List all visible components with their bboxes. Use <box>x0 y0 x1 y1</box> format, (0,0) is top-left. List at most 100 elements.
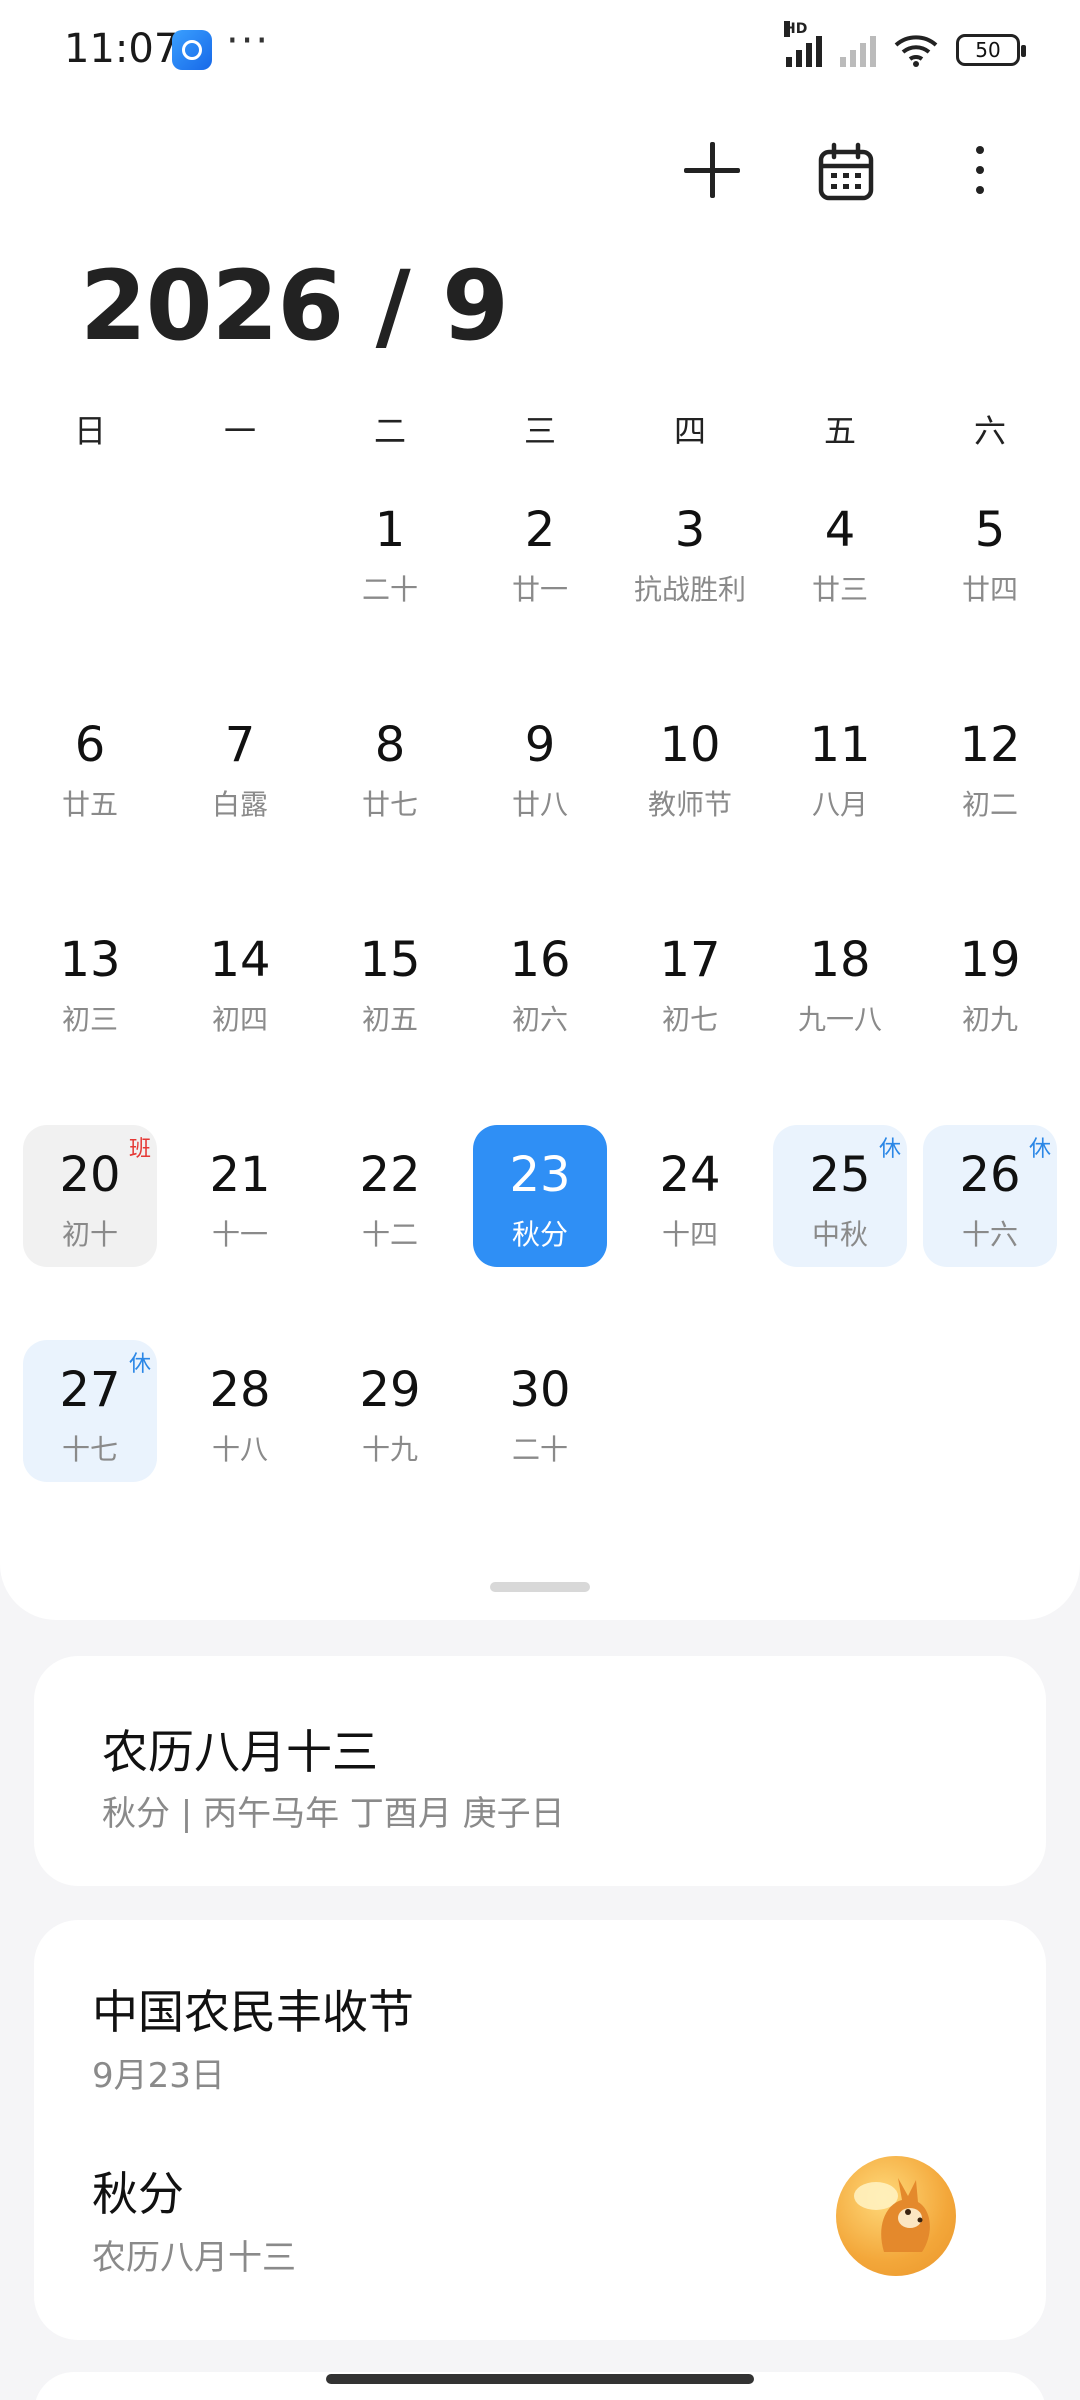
day-cell-28[interactable]: 28 十八 <box>165 1340 315 1555</box>
day-cell-empty <box>615 1340 765 1555</box>
day-cell-background: 24 十四 <box>623 1125 757 1267</box>
day-number: 19 <box>959 932 1021 988</box>
day-lunar-label: 中秋 <box>811 1218 868 1251</box>
day-number: 24 <box>659 1147 721 1203</box>
day-cell-background: 23 秋分 <box>473 1125 607 1267</box>
more-vertical-icon[interactable] <box>960 146 1000 206</box>
day-cell-empty <box>915 1340 1065 1555</box>
day-cell-4[interactable]: 4 廿三 <box>765 480 915 695</box>
day-number: 16 <box>509 932 571 988</box>
calendar-panel: 11:07 ··· HD 50 2026 / 9 日 一 二 三 四 五 六 1… <box>0 0 1080 1620</box>
day-cell-background: 27 十七休 <box>23 1340 157 1482</box>
day-cell-16[interactable]: 16 初六 <box>465 910 615 1125</box>
solar-term-title: 秋分 <box>92 2167 184 2221</box>
day-cell-19[interactable]: 19 初九 <box>915 910 1065 1125</box>
day-cell-23[interactable]: 23 秋分 <box>465 1125 615 1340</box>
workday-badge: 班 <box>128 1137 151 1162</box>
day-lunar-label: 二十 <box>511 1433 568 1466</box>
day-lunar-label: 十九 <box>361 1433 418 1466</box>
day-cell-background: 8 廿七 <box>323 695 457 837</box>
lunar-date-details: 秋分 | 丙午马年 丁酉月 庚子日 <box>102 1794 565 1834</box>
day-cell-18[interactable]: 18 九一八 <box>765 910 915 1125</box>
holiday-badge: 休 <box>878 1137 901 1162</box>
day-number: 4 <box>824 502 856 558</box>
day-lunar-label: 抗战胜利 <box>633 573 746 606</box>
day-cell-5[interactable]: 5 廿四 <box>915 480 1065 695</box>
signal-weak-icon <box>840 33 876 67</box>
browser-app-icon <box>172 30 212 70</box>
status-bar: 11:07 ··· HD 50 <box>0 0 1080 100</box>
day-cell-2[interactable]: 2 廿一 <box>465 480 615 695</box>
day-cell-11[interactable]: 11 八月 <box>765 695 915 910</box>
day-cell-22[interactable]: 22 十二 <box>315 1125 465 1340</box>
weekday-sun: 日 <box>73 412 106 450</box>
status-time: 11:07 <box>64 26 180 72</box>
hd-label: HD <box>784 21 808 37</box>
day-cell-background: 14 初四 <box>173 910 307 1052</box>
festival-title: 中国农民丰收节 <box>92 1985 414 2039</box>
day-cell-1[interactable]: 1 二十 <box>315 480 465 695</box>
week-row: 20 初十班 21 十一 22 十二 23 秋分 24 十四 25 中秋休 26 十六休 <box>15 1125 1065 1340</box>
day-cell-26[interactable]: 26 十六休 <box>915 1125 1065 1340</box>
day-lunar-label: 十八 <box>211 1433 268 1466</box>
day-cell-7[interactable]: 7 白露 <box>165 695 315 910</box>
status-indicators: HD 50 <box>784 21 1026 70</box>
day-cell-30[interactable]: 30 二十 <box>465 1340 615 1555</box>
day-lunar-label: 初四 <box>211 1003 268 1036</box>
day-cell-29[interactable]: 29 十九 <box>315 1340 465 1555</box>
day-lunar-label: 廿七 <box>361 788 418 821</box>
day-lunar-label: 廿五 <box>61 788 118 821</box>
home-indicator[interactable] <box>326 2374 754 2384</box>
day-lunar-label: 初五 <box>361 1003 418 1036</box>
battery-level: 50 <box>975 38 1001 62</box>
day-lunar-label: 十一 <box>211 1218 268 1251</box>
day-cell-background: 22 十二 <box>323 1125 457 1267</box>
day-cell-3[interactable]: 3 抗战胜利 <box>615 480 765 695</box>
month-title[interactable]: 2026 / 9 <box>80 250 509 362</box>
day-cell-20[interactable]: 20 初十班 <box>15 1125 165 1340</box>
day-cell-8[interactable]: 8 廿七 <box>315 695 465 910</box>
day-cell-background: 15 初五 <box>323 910 457 1052</box>
holiday-badge: 休 <box>1028 1137 1051 1162</box>
drag-handle[interactable] <box>490 1582 590 1592</box>
day-cell-21[interactable]: 21 十一 <box>165 1125 315 1340</box>
day-cell-background: 18 九一八 <box>773 910 907 1052</box>
day-cell-24[interactable]: 24 十四 <box>615 1125 765 1340</box>
day-cell-background: 3 抗战胜利 <box>623 480 757 622</box>
calendar-screen: 11:07 ··· HD 50 2026 / 9 日 一 二 三 四 五 六 1… <box>0 0 1080 2400</box>
day-cell-14[interactable]: 14 初四 <box>165 910 315 1125</box>
lunar-date-card[interactable]: 农历八月十三 秋分 | 丙午马年 丁酉月 庚子日 <box>34 1656 1046 1886</box>
day-number: 1 <box>374 502 406 558</box>
day-cell-15[interactable]: 15 初五 <box>315 910 465 1125</box>
day-number: 10 <box>659 717 721 773</box>
day-cell-25[interactable]: 25 中秋休 <box>765 1125 915 1340</box>
week-row: 13 初三 14 初四 15 初五 16 初六 17 初七 18 九一八 19 初九 <box>15 910 1065 1125</box>
day-cell-background: 21 十一 <box>173 1125 307 1267</box>
festival-card[interactable]: 中国农民丰收节 9月23日 秋分 农历八月十三 <box>34 1920 1046 2340</box>
day-cell-13[interactable]: 13 初三 <box>15 910 165 1125</box>
weekday-wed: 三 <box>523 412 556 450</box>
day-cell-17[interactable]: 17 初七 <box>615 910 765 1125</box>
day-number: 6 <box>74 717 106 773</box>
day-cell-background: 12 初二 <box>923 695 1057 837</box>
day-cell-background: 13 初三 <box>23 910 157 1052</box>
day-number: 11 <box>809 717 871 773</box>
day-cell-background: 9 廿八 <box>473 695 607 837</box>
day-cell-9[interactable]: 9 廿八 <box>465 695 615 910</box>
day-lunar-label: 初七 <box>661 1003 718 1036</box>
day-cell-background: 11 八月 <box>773 695 907 837</box>
calendar-icon[interactable] <box>818 142 874 202</box>
day-number: 9 <box>524 717 556 773</box>
wifi-icon <box>894 35 938 67</box>
day-cell-12[interactable]: 12 初二 <box>915 695 1065 910</box>
day-cell-background: 16 初六 <box>473 910 607 1052</box>
day-cell-background: 30 二十 <box>473 1340 607 1482</box>
day-cell-6[interactable]: 6 廿五 <box>15 695 165 910</box>
holiday-badge: 休 <box>128 1352 151 1377</box>
add-event-button[interactable] <box>682 140 742 200</box>
day-cell-10[interactable]: 10 教师节 <box>615 695 765 910</box>
day-cell-background: 7 白露 <box>173 695 307 837</box>
day-number: 13 <box>59 932 121 988</box>
day-cell-27[interactable]: 27 十七休 <box>15 1340 165 1555</box>
weekday-tue: 二 <box>373 412 406 450</box>
